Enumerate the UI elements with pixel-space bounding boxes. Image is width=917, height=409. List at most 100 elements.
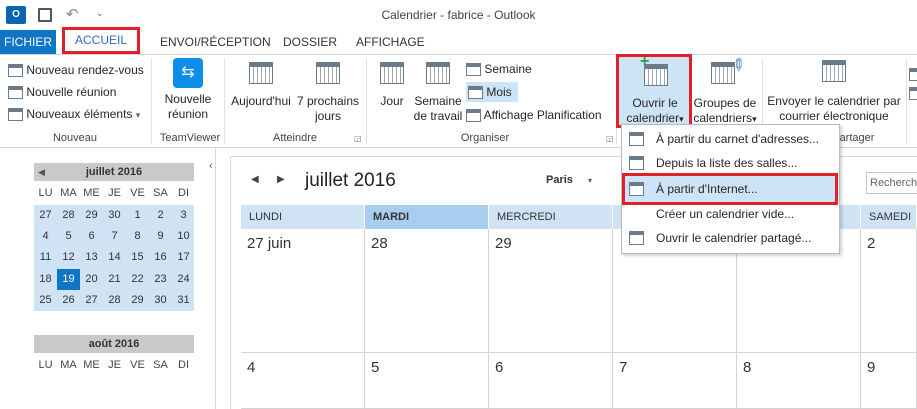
day-view-icon bbox=[380, 62, 404, 84]
mini-cal-day[interactable]: 30 bbox=[149, 290, 172, 311]
mini-cal-day[interactable]: 22 bbox=[126, 269, 149, 290]
next-month-icon[interactable]: ▶ bbox=[277, 174, 285, 185]
dialog-launcher-icon[interactable]: ◲ bbox=[606, 134, 614, 143]
chevron-down-icon[interactable]: ▾ bbox=[588, 176, 592, 185]
menu-item-liste-salles[interactable]: Depuis la liste des salles... bbox=[622, 151, 838, 175]
ribbon-separator bbox=[224, 58, 225, 144]
mini-cal-prev-icon[interactable]: ◀ bbox=[38, 167, 45, 178]
mini-cal-day[interactable]: 12 bbox=[57, 247, 80, 268]
mini-cal-day[interactable]: 27 bbox=[34, 205, 57, 226]
group-label-nouveau: Nouveau bbox=[52, 132, 98, 144]
affichage-planification-button[interactable]: Affichage Planification bbox=[466, 107, 602, 123]
nouveaux-elements-button[interactable]: Nouveaux éléments ▾ bbox=[8, 106, 140, 123]
tab-accueil[interactable]: ACCUEIL bbox=[62, 27, 140, 54]
month-view-icon bbox=[468, 86, 483, 100]
mini-cal-day[interactable]: 30 bbox=[103, 205, 126, 226]
calendar-day-cell[interactable]: 5 bbox=[365, 353, 489, 409]
sept-prochains-jours-button[interactable]: 7 prochains jours bbox=[296, 62, 360, 124]
collapse-pane-icon[interactable]: ‹ bbox=[209, 160, 213, 172]
semaine-view-button[interactable]: Semaine bbox=[466, 61, 532, 77]
mini-cal-day[interactable]: 13 bbox=[80, 247, 103, 268]
day-of-week-header: MARDI bbox=[365, 205, 489, 229]
mini-cal-day[interactable]: 5 bbox=[57, 226, 80, 247]
mini-cal-day[interactable]: 21 bbox=[103, 269, 126, 290]
partage-icon[interactable] bbox=[909, 68, 917, 128]
mini-cal-day[interactable]: 26 bbox=[57, 290, 80, 311]
mini-cal-day[interactable]: 6 bbox=[80, 226, 103, 247]
mini-cal-day[interactable]: 29 bbox=[80, 205, 103, 226]
next-7-days-icon bbox=[316, 62, 340, 84]
mini-cal-dow: JE bbox=[108, 187, 121, 199]
mini-cal-day[interactable]: 28 bbox=[103, 290, 126, 311]
calendar-day-cell[interactable]: 28 bbox=[365, 229, 489, 353]
shared-calendar-icon bbox=[629, 231, 644, 245]
tab-dossier[interactable]: DOSSIER bbox=[275, 30, 345, 54]
mini-cal-dow: ME bbox=[83, 187, 100, 199]
mini-cal-day[interactable]: 24 bbox=[172, 269, 195, 290]
mini-cal-day[interactable]: 2 bbox=[149, 205, 172, 226]
mini-cal-day[interactable]: 8 bbox=[126, 226, 149, 247]
mini-cal-dow: VE bbox=[130, 187, 145, 199]
mini-cal-today[interactable]: 19 bbox=[57, 268, 80, 290]
calendar-day-cell[interactable]: 2 bbox=[861, 229, 917, 353]
teamviewer-nouvelle-reunion-button[interactable]: ⇆ Nouvelle réunion bbox=[158, 58, 218, 122]
mini-cal-dow: MA bbox=[60, 187, 77, 199]
nouvelle-reunion-button[interactable]: Nouvelle réunion bbox=[8, 84, 116, 100]
mini-cal-day[interactable]: 17 bbox=[172, 247, 195, 268]
envoyer-calendrier-button[interactable]: Envoyer le calendrier par courrier élect… bbox=[764, 60, 904, 124]
chevron-down-icon: ▾ bbox=[679, 114, 684, 124]
mini-cal-day[interactable]: 11 bbox=[34, 247, 57, 268]
calendar-day-cell[interactable]: 7 bbox=[613, 353, 737, 409]
menu-item-calendrier-partage[interactable]: Ouvrir le calendrier partagé... bbox=[622, 226, 838, 250]
mini-cal-day[interactable]: 7 bbox=[103, 226, 126, 247]
weather-location[interactable]: Paris bbox=[546, 174, 573, 186]
calendar-day-cell[interactable]: 4 bbox=[241, 353, 365, 409]
mois-view-button[interactable]: Mois bbox=[466, 82, 518, 102]
mini-cal-day[interactable]: 9 bbox=[149, 226, 172, 247]
mini-cal-day[interactable]: 31 bbox=[172, 290, 195, 311]
mini-cal-day[interactable]: 15 bbox=[126, 247, 149, 268]
calendar-day-cell[interactable]: 9 bbox=[861, 353, 917, 409]
search-calendar-input[interactable]: Recherch bbox=[866, 172, 917, 194]
shared-calendar-icon bbox=[909, 87, 917, 100]
tab-affichage[interactable]: AFFICHAGE bbox=[348, 30, 433, 54]
calendar-day-cell[interactable]: 27 juin bbox=[241, 229, 365, 353]
groupes-calendriers-button[interactable]: ✎ Groupes de calendriers▾ bbox=[692, 55, 758, 127]
mini-cal-dow: JE bbox=[108, 359, 121, 371]
jour-view-button[interactable]: Jour bbox=[372, 62, 412, 109]
ouvrir-calendrier-button[interactable]: + Ouvrir le calendrier▾ bbox=[620, 54, 690, 127]
menu-item-calendrier-vide[interactable]: Créer un calendrier vide... bbox=[622, 202, 838, 226]
menu-item-internet[interactable]: À partir d'Internet... bbox=[622, 177, 838, 201]
mini-cal-day[interactable]: 16 bbox=[149, 247, 172, 268]
mini-cal-day[interactable]: 1 bbox=[126, 205, 149, 226]
dialog-launcher-icon[interactable]: ◲ bbox=[354, 134, 362, 143]
mini-cal-day[interactable]: 10 bbox=[172, 226, 195, 247]
tab-envoi-reception[interactable]: ENVOI/RÉCEPTION bbox=[152, 30, 279, 54]
mini-cal-dow: SA bbox=[153, 359, 168, 371]
internet-calendar-icon bbox=[629, 182, 644, 196]
prev-month-icon[interactable]: ◀ bbox=[251, 174, 259, 185]
mini-cal-day[interactable]: 20 bbox=[80, 269, 103, 290]
mini-cal-day[interactable]: 14 bbox=[103, 247, 126, 268]
calendar-icon bbox=[8, 64, 23, 78]
aujourdhui-button[interactable]: Aujourd'hui bbox=[228, 62, 294, 109]
mini-cal-day[interactable]: 4 bbox=[34, 226, 57, 247]
calendar-day-cell[interactable]: 6 bbox=[489, 353, 613, 409]
mini-cal-day[interactable]: 27 bbox=[80, 290, 103, 311]
window-title: Calendrier - fabrice - Outlook bbox=[381, 8, 536, 22]
mini-cal-day[interactable]: 18 bbox=[34, 269, 57, 290]
semaine-de-travail-button[interactable]: Semaine de travail bbox=[412, 62, 464, 124]
mini-cal-day[interactable]: 3 bbox=[172, 205, 195, 226]
mini-cal-day[interactable]: 29 bbox=[126, 290, 149, 311]
calendar-day-cell[interactable]: 29 bbox=[489, 229, 613, 353]
mini-cal-day[interactable]: 25 bbox=[34, 290, 57, 311]
calendar-day-cell[interactable]: 8 bbox=[737, 353, 861, 409]
mini-cal-day[interactable]: 23 bbox=[149, 269, 172, 290]
tab-fichier[interactable]: FICHIER bbox=[0, 30, 56, 54]
mini-cal-month-aout: août 2016 bbox=[34, 335, 194, 353]
menu-item-carnet-adresses[interactable]: À partir du carnet d'adresses... bbox=[622, 127, 838, 151]
new-items-icon bbox=[8, 108, 23, 122]
mini-cal-day[interactable]: 28 bbox=[57, 205, 80, 226]
nouveau-rendez-vous-button[interactable]: Nouveau rendez-vous bbox=[8, 62, 144, 78]
teamviewer-icon: ⇆ bbox=[173, 58, 203, 88]
